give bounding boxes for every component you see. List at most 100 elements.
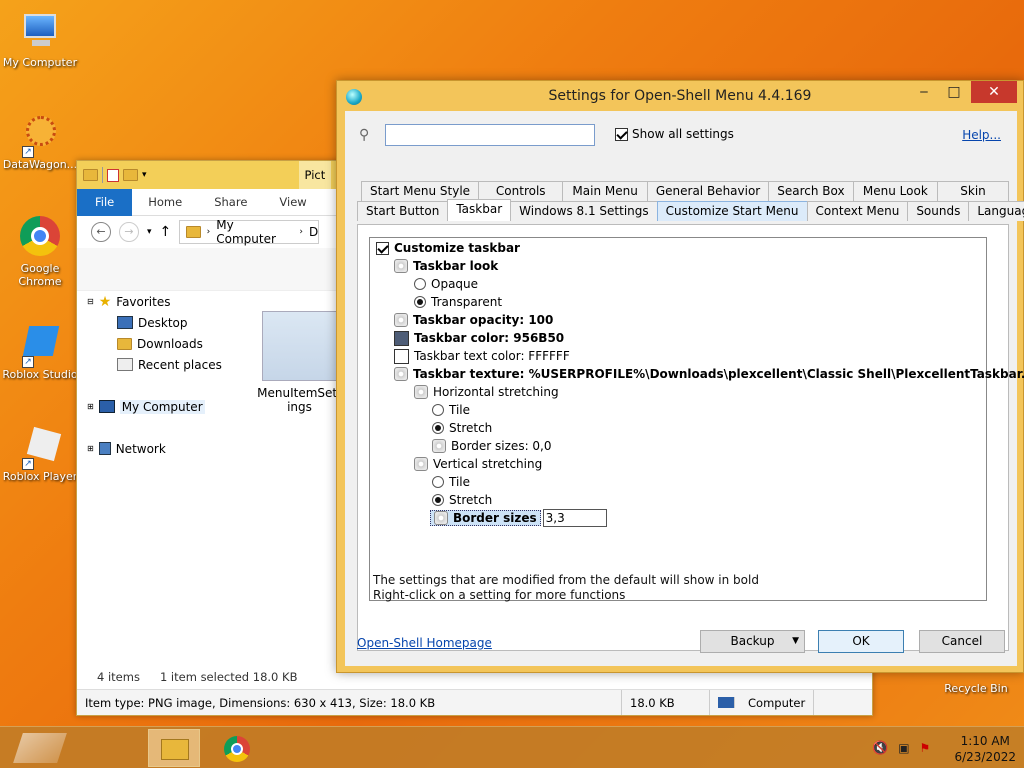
ok-button[interactable]: OK [818,630,904,653]
help-link[interactable]: Help... [962,128,1001,142]
setting-taskbar-opacity[interactable]: Taskbar opacity: 100 [394,311,553,329]
radio-unchecked [432,476,444,488]
computer-icon [18,10,62,54]
shortcut-arrow-icon: ↗ [22,356,34,368]
checkbox-checked [615,127,628,141]
computer-icon [718,697,735,708]
desktop-icon-roblox-studio[interactable]: ↗ Roblox Studio [0,322,80,381]
radio-checked [414,296,426,308]
chevron-down-icon[interactable]: ▾ [142,170,147,180]
setting-vertical-stretching[interactable]: Vertical stretching [414,455,542,473]
file-thumbnail[interactable] [262,311,337,381]
new-folder-icon[interactable] [123,169,138,181]
backup-button[interactable]: Backup ▼ [700,630,805,653]
radio-checked [432,494,444,506]
setting-taskbar-look[interactable]: Taskbar look [394,257,498,275]
option-v-tile[interactable]: Tile [432,473,470,491]
folder-icon [161,739,189,760]
setting-h-border-sizes[interactable]: Border sizes: 0,0 [432,437,552,455]
setting-v-border-sizes[interactable]: Border sizes [430,509,607,527]
desktop-icon-roblox-player[interactable]: ↗ Roblox Player [0,424,80,483]
option-transparent[interactable]: Transparent [414,293,502,311]
minimize-button[interactable]: ‒ [911,81,937,103]
clock[interactable]: 1:10 AM 6/23/2022 [954,733,1016,765]
chevron-right-icon: › [206,227,211,237]
color-swatch [394,348,409,364]
close-button[interactable]: ✕ [971,81,1017,103]
taskbar-chrome[interactable] [210,729,262,767]
desktop-icon-label: My Computer [2,56,78,69]
volume-muted-icon[interactable]: 🔇 [872,741,888,756]
tab-language[interactable]: Language [968,201,1024,221]
forward-arrow-icon[interactable]: → [119,222,139,242]
properties-icon[interactable] [107,168,119,182]
tab-home[interactable]: Home [132,195,198,209]
nav-item-downloads[interactable]: Downloads [87,333,257,354]
homepage-link[interactable]: Open-Shell Homepage [357,636,492,650]
address-path-partial: D [309,225,319,239]
option-opaque[interactable]: Opaque [414,275,478,293]
tab-main-menu[interactable]: Main Menu [562,181,648,201]
tab-taskbar[interactable]: Taskbar [447,199,512,221]
tab-start-button[interactable]: Start Button [357,201,449,221]
desktop-icon-datawagon[interactable]: ↗ DataWagon... [0,112,80,171]
nav-item-recent-places[interactable]: Recent places [87,354,257,375]
tab-view[interactable]: View [263,195,322,209]
tab-controls[interactable]: Controls [478,181,564,201]
recent-locations-icon[interactable]: ▾ [147,227,152,237]
option-h-stretch[interactable]: Stretch [432,419,492,437]
desktop-icon-recycle-bin[interactable]: Recycle Bin [936,682,1016,695]
option-v-stretch[interactable]: Stretch [432,491,492,509]
search-input[interactable] [385,124,595,146]
tab-skin[interactable]: Skin [937,181,1009,201]
title-bar[interactable]: Settings for Open-Shell Menu 4.4.169 ‒ □… [337,81,1023,111]
back-arrow-icon[interactable]: ← [91,222,111,242]
show-all-settings-checkbox[interactable]: Show all settings [615,127,734,141]
tabs-row-1: Start Menu Style Controls Main Menu Gene… [361,181,1009,201]
folder-icon[interactable] [83,169,98,181]
up-arrow-icon[interactable]: ↑ [160,224,172,240]
color-swatch [394,330,409,346]
tab-general-behavior[interactable]: General Behavior [646,181,770,201]
setting-taskbar-texture[interactable]: Taskbar texture: %USERPROFILE%\Downloads… [394,365,1024,383]
gear-icon [432,439,446,453]
tab-customize-start-menu[interactable]: Customize Start Menu [656,201,808,221]
setting-taskbar-color[interactable]: Taskbar color: 956B50 [394,329,564,347]
gear-icon [394,367,408,381]
tab-search-box[interactable]: Search Box [768,181,854,201]
picture-tools-tab[interactable]: Pict [298,161,332,189]
tab-context-menu[interactable]: Context Menu [806,201,909,221]
cancel-button[interactable]: Cancel [919,630,1005,653]
tab-sounds[interactable]: Sounds [907,201,970,221]
action-center-icon[interactable]: ⚑ [920,741,931,755]
setting-customize-taskbar[interactable]: Customize taskbar [376,239,520,257]
tab-menu-look[interactable]: Menu Look [852,181,939,201]
border-sizes-input[interactable] [542,509,607,527]
taskbar-file-explorer[interactable] [148,729,200,767]
nav-item-desktop[interactable]: Desktop [87,312,257,333]
setting-taskbar-text-color[interactable]: Taskbar text color: FFFFFF [394,347,570,365]
maximize-button[interactable]: □ [941,81,967,103]
network-icon[interactable]: ▣ [898,741,909,755]
address-box[interactable]: › My Computer › D [179,218,320,246]
open-shell-icon [346,89,362,105]
start-button[interactable] [0,727,100,768]
nav-item-favorites[interactable]: ⊟ ★ Favorites [87,291,257,312]
gear-icon [414,385,428,399]
nav-item-network[interactable]: ⊞ Network [87,438,257,459]
option-h-tile[interactable]: Tile [432,401,470,419]
navigation-pane: ⊟ ★ Favorites Desktop Downloads Recent pla… [87,291,257,459]
desktop-icon-chrome[interactable]: Google Chrome [0,216,80,288]
tab-file[interactable]: File [77,188,133,216]
setting-horizontal-stretching[interactable]: Horizontal stretching [414,383,559,401]
roblox-player-icon: ↗ [18,424,62,470]
desktop-icon-my-computer[interactable]: My Computer [0,10,80,69]
tab-windows-81-settings[interactable]: Windows 8.1 Settings [510,201,658,221]
tab-start-menu-style[interactable]: Start Menu Style [361,181,480,201]
nav-item-my-computer[interactable]: ⊞ My Computer [87,396,257,417]
search-icon: ⚲ [359,127,370,143]
tab-share[interactable]: Share [198,195,263,209]
file-label[interactable]: MenuItemSettings [257,386,342,414]
shortcut-arrow-icon: ↗ [22,146,34,158]
desktop-icon [117,316,133,329]
